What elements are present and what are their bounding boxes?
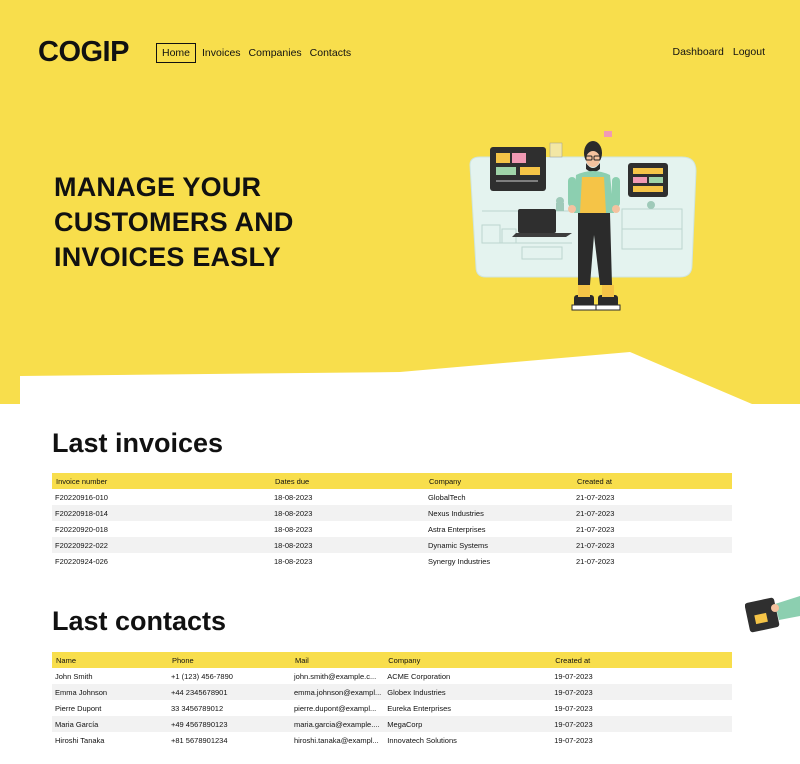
col-created-at: Created at: [551, 652, 732, 668]
invoices-table: Invoice number Dates due Company Created…: [52, 473, 732, 569]
contact-phone: 33 3456789012: [171, 703, 224, 713]
nav-companies[interactable]: Companies: [245, 44, 306, 62]
col-name: Name: [52, 652, 168, 668]
table-row[interactable]: Hiroshi Tanaka +81 5678901234 hiroshi.ta…: [52, 732, 732, 748]
table-row[interactable]: F20220918-014 18-08-2023 Nexus Industrie…: [52, 505, 732, 521]
headline-line-2: CUSTOMERS AND: [54, 207, 294, 237]
contact-created: 19-07-2023: [554, 671, 593, 681]
col-phone: Phone: [168, 652, 291, 668]
contact-company: ACME Corporation: [387, 671, 451, 681]
col-invoice-number: Invoice number: [52, 473, 271, 489]
contact-mail: maria.garcia@example....: [291, 716, 385, 732]
invoice-number: F20220924-026: [55, 556, 108, 566]
contact-mail: hiroshi.tanaka@exampl...: [294, 735, 379, 745]
nav-contacts[interactable]: Contacts: [306, 44, 355, 62]
invoice-due: 18-08-2023: [274, 524, 313, 534]
contact-mail: pierre.dupont@exampl...: [294, 703, 377, 713]
user-nav: Dashboard Logout: [673, 46, 766, 58]
contact-created: 19-07-2023: [551, 716, 732, 732]
contacts-table: Name Phone Mail Company Created at John …: [52, 652, 732, 748]
headline-line-3: INVOICES EASLY: [54, 242, 281, 272]
contact-company: MegaCorp: [384, 716, 552, 732]
table-row[interactable]: John Smith +1 (123) 456-7890 john.smith@…: [52, 668, 732, 684]
invoice-due: 18-08-2023: [271, 537, 425, 553]
invoice-number: F20220922-022: [52, 537, 271, 553]
table-row[interactable]: F20220920-018 18-08-2023 Astra Enterpris…: [52, 521, 732, 537]
main-nav: Home Invoices Companies Contacts: [156, 43, 355, 63]
col-mail: Mail: [291, 652, 385, 668]
col-company: Company: [384, 652, 552, 668]
contact-phone: +44 2345678901: [168, 684, 291, 700]
table-row[interactable]: Emma Johnson +44 2345678901 emma.johnson…: [52, 684, 732, 700]
invoice-created: 21-07-2023: [576, 492, 615, 502]
contact-name: Maria García: [52, 716, 168, 732]
contact-created: 19-07-2023: [554, 735, 593, 745]
headline-line-1: MANAGE YOUR: [54, 172, 262, 202]
contact-created: 19-07-2023: [554, 703, 593, 713]
contact-name: Pierre Dupont: [55, 703, 102, 713]
invoice-company: Nexus Industries: [425, 505, 573, 521]
invoice-company: Dynamic Systems: [425, 537, 573, 553]
hero-headline: MANAGE YOUR CUSTOMERS AND INVOICES EASLY: [54, 170, 384, 275]
nav-home[interactable]: Home: [156, 43, 197, 63]
dashboard-link[interactable]: Dashboard: [673, 46, 724, 58]
invoice-company: GlobalTech: [428, 492, 466, 502]
contact-mail: john.smith@example.c...: [294, 671, 377, 681]
contact-name: John Smith: [55, 671, 93, 681]
col-company: Company: [425, 473, 573, 489]
contact-mail: emma.johnson@exampl...: [291, 684, 385, 700]
hero-illustration: [469, 131, 697, 311]
table-row[interactable]: F20220922-022 18-08-2023 Dynamic Systems…: [52, 537, 732, 553]
contact-company: Eureka Enterprises: [387, 703, 452, 713]
col-dates-due: Dates due: [271, 473, 425, 489]
contact-phone: +49 4567890123: [168, 716, 291, 732]
invoice-number: F20220920-018: [55, 524, 108, 534]
contact-phone: +81 5678901234: [171, 735, 228, 745]
table-row[interactable]: Pierre Dupont 33 3456789012 pierre.dupon…: [52, 700, 732, 716]
invoice-number: F20220916-010: [55, 492, 108, 502]
invoice-created: 21-07-2023: [573, 537, 732, 553]
invoice-number: F20220918-014: [52, 505, 271, 521]
invoice-due: 18-08-2023: [274, 492, 313, 502]
contact-company: Globex Industries: [384, 684, 552, 700]
table-row[interactable]: Maria García +49 4567890123 maria.garcia…: [52, 716, 732, 732]
invoice-due: 18-08-2023: [274, 556, 313, 566]
col-created-at: Created at: [573, 473, 732, 489]
contacts-header-row: Name Phone Mail Company Created at: [52, 652, 732, 668]
contact-company: Innovatech Solutions: [387, 735, 457, 745]
invoice-company: Synergy Industries: [428, 556, 491, 566]
invoices-header-row: Invoice number Dates due Company Created…: [52, 473, 732, 489]
invoice-created: 21-07-2023: [573, 505, 732, 521]
hand-card-illustration: [745, 596, 800, 633]
logout-link[interactable]: Logout: [733, 46, 765, 58]
cogip-logo[interactable]: COGIP: [38, 36, 129, 69]
invoice-created: 21-07-2023: [576, 556, 615, 566]
table-row[interactable]: F20220924-026 18-08-2023 Synergy Industr…: [52, 553, 732, 569]
contact-created: 19-07-2023: [551, 684, 732, 700]
contact-phone: +1 (123) 456-7890: [171, 671, 233, 681]
invoice-due: 18-08-2023: [271, 505, 425, 521]
last-invoices-title: Last invoices: [52, 428, 224, 458]
invoice-company: Astra Enterprises: [428, 524, 486, 534]
contact-name: Hiroshi Tanaka: [55, 735, 105, 745]
last-contacts-title: Last contacts: [52, 606, 227, 636]
contact-name: Emma Johnson: [52, 684, 168, 700]
nav-invoices[interactable]: Invoices: [198, 44, 245, 62]
invoice-created: 21-07-2023: [576, 524, 615, 534]
table-row[interactable]: F20220916-010 18-08-2023 GlobalTech 21-0…: [52, 489, 732, 505]
